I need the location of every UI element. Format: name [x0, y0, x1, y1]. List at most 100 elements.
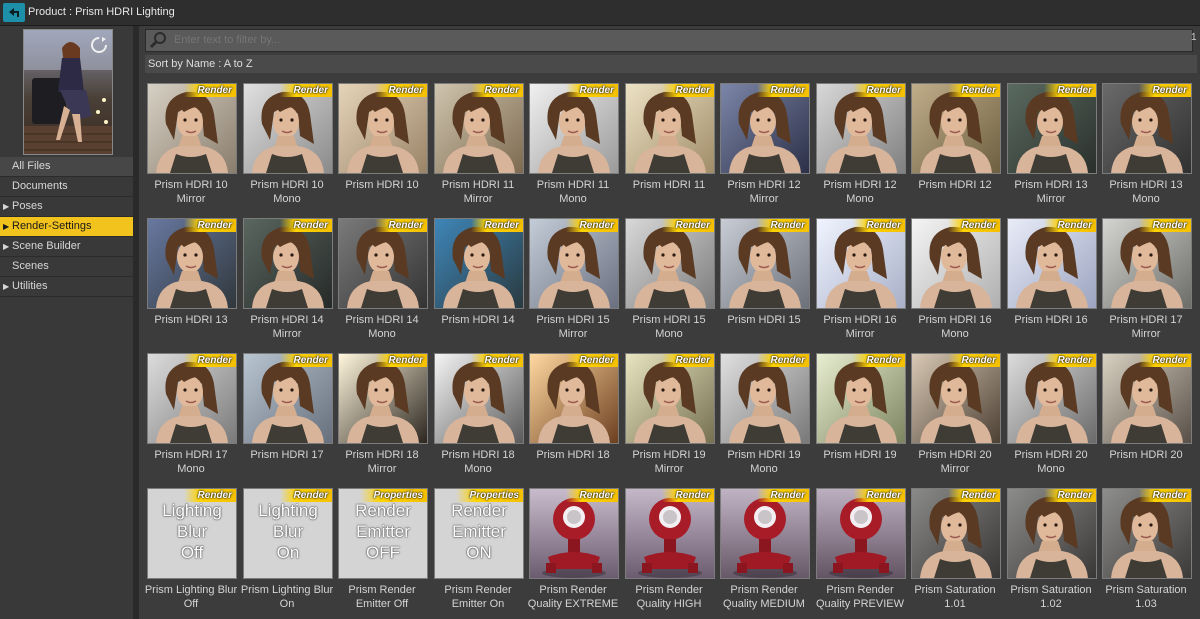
- asset-thumbnail[interactable]: Render: [625, 83, 715, 174]
- asset-tile[interactable]: Render Prism HDRI 11: [623, 81, 719, 213]
- asset-thumbnail[interactable]: Render: [625, 218, 715, 309]
- asset-thumbnail[interactable]: Render: [720, 218, 810, 309]
- expand-arrow-icon[interactable]: ▶: [3, 217, 9, 236]
- asset-thumbnail[interactable]: Render: [338, 83, 428, 174]
- tree-item[interactable]: All Files: [0, 157, 133, 177]
- asset-thumbnail[interactable]: Render: [243, 218, 333, 309]
- tree-item[interactable]: ▶ Utilities: [0, 277, 133, 297]
- asset-tile[interactable]: Render Prism HDRI 15 Mono: [623, 216, 719, 348]
- asset-thumbnail[interactable]: Render: [1007, 353, 1097, 444]
- asset-tile[interactable]: Render Prism HDRI 14 Mono: [336, 216, 432, 348]
- asset-tile[interactable]: Render Prism HDRI 16 Mirror: [814, 216, 910, 348]
- asset-thumbnail[interactable]: Render: [911, 83, 1001, 174]
- asset-thumbnail[interactable]: Render: [1102, 218, 1192, 309]
- asset-tile[interactable]: Render Prism Render Quality EXTREME: [527, 486, 623, 618]
- asset-tile[interactable]: Render Prism Saturation 1.03: [1100, 486, 1196, 618]
- asset-thumbnail[interactable]: Render: [816, 83, 906, 174]
- back-button[interactable]: [3, 3, 25, 22]
- tree-item[interactable]: ▶ Render-Settings: [0, 217, 133, 237]
- asset-tile[interactable]: Render Prism HDRI 11 Mirror: [432, 81, 528, 213]
- asset-tile[interactable]: Render Prism HDRI 18 Mirror: [336, 351, 432, 483]
- asset-tile[interactable]: Render Prism HDRI 12 Mono: [814, 81, 910, 213]
- asset-tile[interactable]: Render Prism HDRI 10 Mirror: [145, 81, 241, 213]
- asset-tile[interactable]: Render Prism HDRI 20 Mono: [1005, 351, 1101, 483]
- asset-thumbnail[interactable]: Render: [529, 218, 619, 309]
- asset-thumbnail[interactable]: Render: [529, 488, 619, 579]
- asset-tile[interactable]: Render Prism HDRI 16: [1005, 216, 1101, 348]
- asset-thumbnail[interactable]: Render: [243, 353, 333, 444]
- asset-tile[interactable]: Render Prism Render Quality MEDIUM: [718, 486, 814, 618]
- asset-tile[interactable]: Render Prism Saturation 1.02: [1005, 486, 1101, 618]
- asset-thumbnail[interactable]: Render: [1007, 488, 1097, 579]
- asset-tile[interactable]: Render Prism HDRI 12 Mirror: [718, 81, 814, 213]
- tree-item[interactable]: ▶ Scene Builder: [0, 237, 133, 257]
- asset-tile[interactable]: Render Prism Saturation 1.01: [909, 486, 1005, 618]
- asset-thumbnail[interactable]: Render: [816, 218, 906, 309]
- asset-thumbnail[interactable]: Render: [434, 353, 524, 444]
- asset-thumbnail[interactable]: Render: [147, 353, 237, 444]
- asset-thumbnail[interactable]: Render: [720, 83, 810, 174]
- asset-tile[interactable]: Render Prism HDRI 14 Mirror: [241, 216, 337, 348]
- asset-thumbnail[interactable]: Render: [1102, 353, 1192, 444]
- asset-tile[interactable]: Render Emitter OFF Properties Prism Render…: [336, 486, 432, 618]
- asset-tile[interactable]: Render Prism HDRI 18: [527, 351, 623, 483]
- product-thumbnail[interactable]: [23, 29, 113, 155]
- asset-tile[interactable]: Render Prism Render Quality HIGH: [623, 486, 719, 618]
- filter-input[interactable]: [174, 32, 1174, 48]
- expand-arrow-icon[interactable]: ▶: [3, 237, 9, 256]
- asset-tile[interactable]: Render Prism HDRI 17: [241, 351, 337, 483]
- asset-thumbnail[interactable]: Render: [434, 218, 524, 309]
- tree-item[interactable]: Documents: [0, 177, 133, 197]
- asset-tile[interactable]: Render Prism Render Quality PREVIEW: [814, 486, 910, 618]
- asset-tile[interactable]: Render Prism HDRI 13 Mono: [1100, 81, 1196, 213]
- asset-thumbnail[interactable]: Render: [1102, 83, 1192, 174]
- asset-tile[interactable]: Render Prism HDRI 13: [145, 216, 241, 348]
- asset-tile[interactable]: Render Emitter ON Properties Prism Render …: [432, 486, 528, 618]
- tree-item[interactable]: ▶ Poses: [0, 197, 133, 217]
- asset-thumbnail[interactable]: Render: [625, 488, 715, 579]
- asset-tile[interactable]: Render Prism HDRI 17 Mono: [145, 351, 241, 483]
- asset-thumbnail[interactable]: Render: [625, 353, 715, 444]
- asset-tile[interactable]: Render Prism HDRI 17 Mirror: [1100, 216, 1196, 348]
- asset-tile[interactable]: Render Prism HDRI 14: [432, 216, 528, 348]
- asset-thumbnail[interactable]: Render: [911, 488, 1001, 579]
- asset-tile[interactable]: Lighting Blur On Render Prism Lighting Blu…: [241, 486, 337, 618]
- asset-thumbnail[interactable]: Render: [720, 353, 810, 444]
- asset-thumbnail[interactable]: Render: [816, 353, 906, 444]
- asset-thumbnail[interactable]: Render: [1007, 83, 1097, 174]
- asset-tile[interactable]: Render Prism HDRI 10 Mono: [241, 81, 337, 213]
- asset-thumbnail[interactable]: Render: [1102, 488, 1192, 579]
- search-icon[interactable]: [148, 31, 168, 50]
- asset-thumbnail[interactable]: Render: [243, 83, 333, 174]
- asset-tile[interactable]: Render Prism HDRI 15 Mirror: [527, 216, 623, 348]
- asset-thumbnail[interactable]: Render: [147, 218, 237, 309]
- asset-tile[interactable]: Render Prism HDRI 19: [814, 351, 910, 483]
- asset-thumbnail[interactable]: Render: [338, 218, 428, 309]
- asset-thumbnail[interactable]: Render Emitter ON Properties: [434, 488, 524, 579]
- asset-tile[interactable]: Render Prism HDRI 13 Mirror: [1005, 81, 1101, 213]
- asset-thumbnail[interactable]: Render: [529, 353, 619, 444]
- asset-thumbnail[interactable]: Render: [338, 353, 428, 444]
- asset-thumbnail[interactable]: Render: [147, 83, 237, 174]
- asset-tile[interactable]: Render Prism HDRI 16 Mono: [909, 216, 1005, 348]
- asset-tile[interactable]: Render Prism HDRI 20: [1100, 351, 1196, 483]
- asset-tile[interactable]: Render Prism HDRI 19 Mono: [718, 351, 814, 483]
- asset-thumbnail[interactable]: Render Emitter OFF Properties: [338, 488, 428, 579]
- asset-tile[interactable]: Render Prism HDRI 20 Mirror: [909, 351, 1005, 483]
- sort-bar[interactable]: Sort by Name : A to Z: [145, 55, 1197, 73]
- asset-tile[interactable]: Render Prism HDRI 11 Mono: [527, 81, 623, 213]
- expand-arrow-icon[interactable]: ▶: [3, 277, 9, 296]
- expand-arrow-icon[interactable]: ▶: [3, 197, 9, 216]
- asset-thumbnail[interactable]: Lighting Blur Off Render: [147, 488, 237, 579]
- asset-thumbnail[interactable]: Lighting Blur On Render: [243, 488, 333, 579]
- asset-thumbnail[interactable]: Render: [529, 83, 619, 174]
- tree-item[interactable]: Scenes: [0, 257, 133, 277]
- asset-thumbnail[interactable]: Render: [816, 488, 906, 579]
- asset-tile[interactable]: Render Prism HDRI 12: [909, 81, 1005, 213]
- asset-thumbnail[interactable]: Render: [1007, 218, 1097, 309]
- asset-thumbnail[interactable]: Render: [911, 353, 1001, 444]
- asset-thumbnail[interactable]: Render: [434, 83, 524, 174]
- asset-tile[interactable]: Render Prism HDRI 18 Mono: [432, 351, 528, 483]
- asset-tile[interactable]: Lighting Blur Off Render Prism Lighting Bl…: [145, 486, 241, 618]
- asset-thumbnail[interactable]: Render: [720, 488, 810, 579]
